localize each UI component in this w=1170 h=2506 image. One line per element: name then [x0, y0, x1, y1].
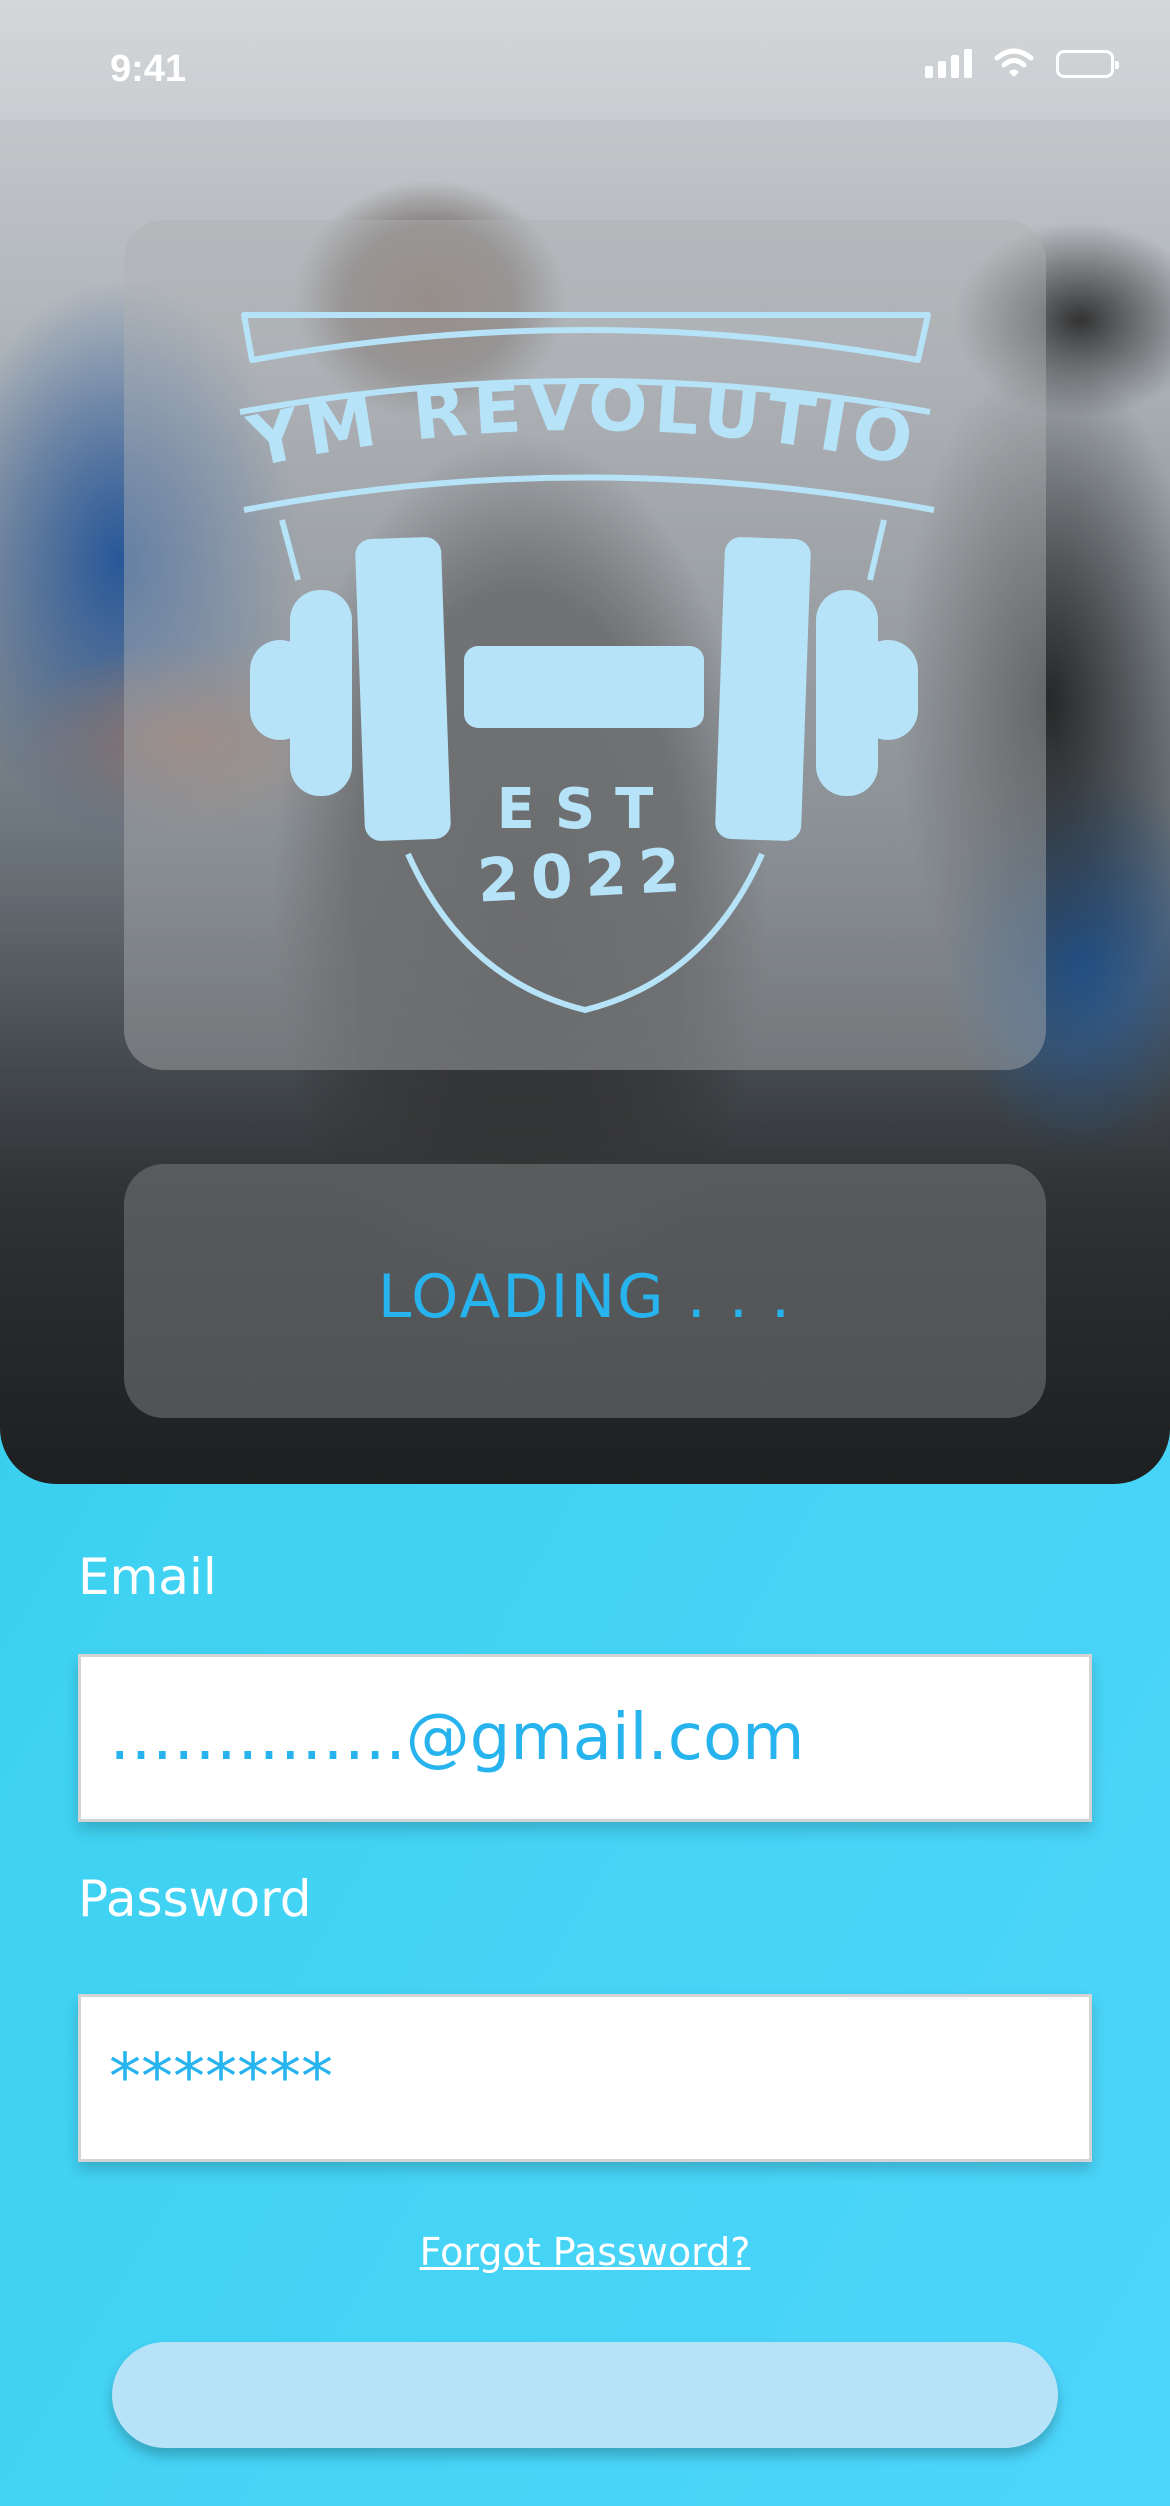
loading-text: LOADING . . . [377, 1262, 793, 1332]
shield-outline [241, 312, 931, 363]
est-label: EST [497, 777, 674, 842]
password-label: Password [78, 1870, 312, 1928]
logo-card: GYM REVOLUTION EST 2022 [124, 220, 1046, 1070]
submit-button[interactable] [112, 2342, 1058, 2448]
hero-background: 9:41 GYM REVO [0, 0, 1170, 1484]
wifi-icon [994, 48, 1034, 77]
email-field[interactable]: …………..@gmail.com [78, 1654, 1092, 1822]
status-bar: 9:41 [0, 0, 1170, 120]
loading-card: LOADING . . . [124, 1164, 1046, 1418]
battery-icon [1056, 50, 1119, 78]
status-icons [925, 48, 1119, 78]
email-value: …………..@gmail.com [109, 1701, 805, 1775]
est-year: 2022 [476, 835, 694, 916]
status-time: 9:41 [110, 48, 187, 90]
email-label: Email [78, 1548, 217, 1606]
gym-revolution-logo: GYM REVOLUTION EST 2022 [124, 220, 935, 1014]
signal-icon [925, 48, 972, 78]
password-field[interactable]: ******* [78, 1994, 1092, 2162]
brand-name-text: GYM REVOLUTION [124, 220, 925, 484]
password-value: ******* [109, 2041, 333, 2115]
forgot-password-link[interactable]: Forgot Password? [0, 2230, 1170, 2274]
